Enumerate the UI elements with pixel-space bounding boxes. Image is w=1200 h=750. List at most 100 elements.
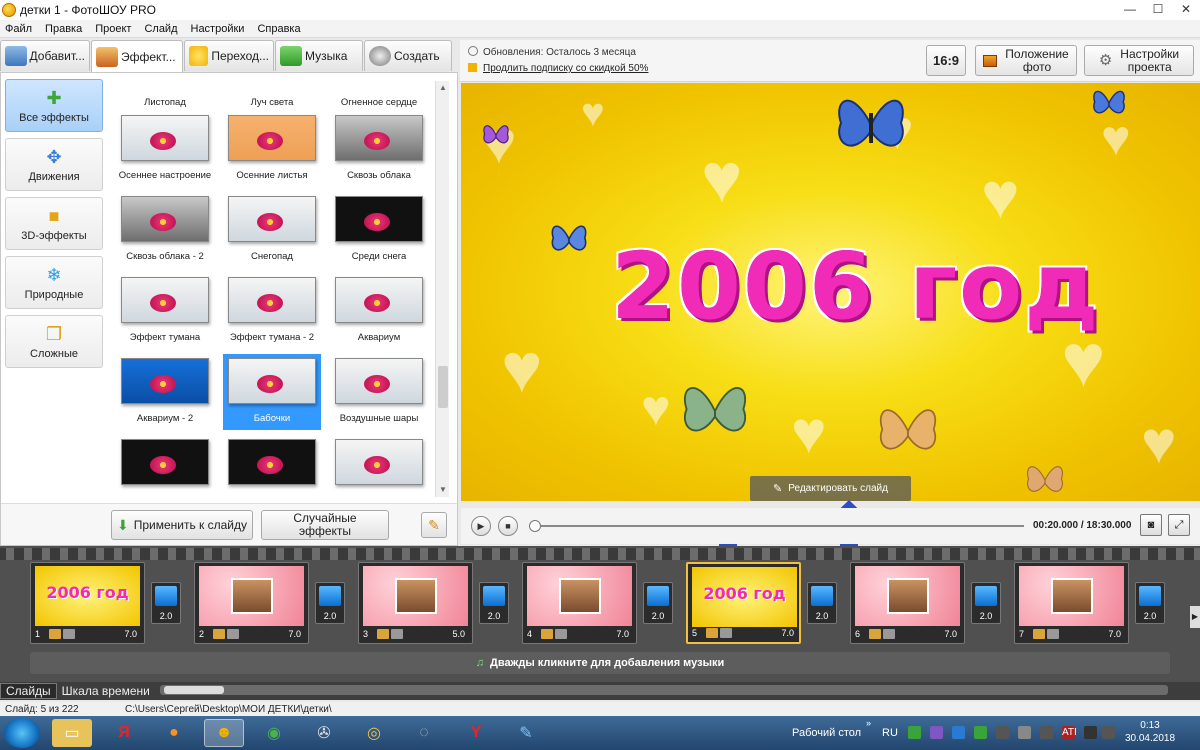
pencil-icon[interactable]: [541, 628, 553, 639]
hscroll-thumb[interactable]: [164, 686, 224, 694]
effect-label[interactable]: Огненное сердце: [327, 97, 431, 108]
scroll-down-icon[interactable]: ▼: [436, 483, 450, 497]
sound-icon[interactable]: [720, 627, 732, 638]
ati-icon[interactable]: ATI: [1062, 726, 1077, 739]
desktop-label[interactable]: Рабочий стол: [792, 727, 861, 739]
timeline-scroll-right-icon[interactable]: ▶: [1190, 606, 1200, 628]
tab-slides[interactable]: Слайды: [0, 683, 57, 699]
tab-timeline[interactable]: Шкала времени: [57, 684, 155, 698]
category-complex[interactable]: ❐ Сложные: [5, 315, 103, 368]
effect-item[interactable]: Эффект тумана - 2: [223, 273, 321, 349]
pencil-icon[interactable]: [213, 628, 225, 639]
speaker-app-icon[interactable]: ◌: [404, 719, 444, 747]
effect-item[interactable]: Сквозь облака - 2: [116, 192, 214, 268]
slide-thumbnail[interactable]: 4 7.0: [522, 562, 637, 644]
sound-icon[interactable]: [63, 628, 75, 639]
slide-thumbnail[interactable]: 3 5.0: [358, 562, 473, 644]
scroll-up-icon[interactable]: ▲: [436, 81, 450, 95]
project-settings-button[interactable]: ⚙ Настройки проекта: [1084, 45, 1194, 76]
category-3d[interactable]: ■ 3D-эффекты: [5, 197, 103, 250]
tab-transitions[interactable]: Переход...: [184, 40, 274, 71]
fullscreen-icon[interactable]: ⤢: [1168, 514, 1190, 536]
yandex-icon[interactable]: Я: [104, 719, 144, 747]
transition-block[interactable]: 2.0: [151, 582, 181, 624]
pencil-icon[interactable]: [377, 628, 389, 639]
language-indicator[interactable]: RU: [882, 727, 898, 739]
slide-thumbnail[interactable]: 2006 год 5 7.0: [686, 562, 801, 644]
menu-project[interactable]: Проект: [95, 23, 131, 35]
maximize-icon[interactable]: ☐: [1144, 0, 1172, 20]
progress-track[interactable]: [534, 525, 1024, 527]
scrollbar-thumb[interactable]: [438, 366, 448, 408]
stop-icon[interactable]: ■: [498, 516, 518, 536]
firefox-icon[interactable]: ●: [154, 719, 194, 747]
slide-thumbnail[interactable]: 2006 год 1 7.0: [30, 562, 145, 644]
sound-icon[interactable]: [1047, 628, 1059, 639]
wifi-icon[interactable]: [1018, 726, 1031, 739]
transition-block[interactable]: 2.0: [1135, 582, 1165, 624]
tab-effects[interactable]: Эффект...: [91, 40, 183, 73]
pencil-icon[interactable]: [49, 628, 61, 639]
transition-block[interactable]: 2.0: [807, 582, 837, 624]
effect-item[interactable]: Воздушные шары: [330, 354, 428, 430]
play-icon[interactable]: ▶: [471, 516, 491, 536]
show-desktop-icon[interactable]: »: [866, 718, 871, 728]
tab-create[interactable]: Создать: [364, 40, 452, 71]
random-effects-button[interactable]: Случайные эффекты: [261, 510, 389, 540]
promo-text[interactable]: Продлить подписку со скидкой 50%: [483, 63, 648, 74]
transition-block[interactable]: 2.0: [479, 582, 509, 624]
pencil-icon[interactable]: [869, 628, 881, 639]
network-icon[interactable]: [996, 726, 1009, 739]
viber-icon[interactable]: [930, 726, 943, 739]
flag-icon[interactable]: [1102, 726, 1115, 739]
sync-icon[interactable]: [952, 726, 965, 739]
tray-app-icon[interactable]: [908, 726, 921, 739]
effect-item[interactable]: Аквариум: [330, 273, 428, 349]
effect-item[interactable]: Аквариум - 2: [116, 354, 214, 430]
effect-item[interactable]: Эффект тумана: [116, 273, 214, 349]
minimize-icon[interactable]: —: [1116, 0, 1144, 20]
video-reel-icon[interactable]: ✇: [304, 719, 344, 747]
effect-item[interactable]: Осенние листья: [223, 111, 321, 187]
menu-help[interactable]: Справка: [257, 23, 300, 35]
yandex-browser-icon[interactable]: Y: [456, 719, 496, 747]
effect-item[interactable]: Сквозь облака: [330, 111, 428, 187]
category-all[interactable]: ✚ Все эффекты: [5, 79, 103, 132]
transition-block[interactable]: 2.0: [315, 582, 345, 624]
effect-item[interactable]: Бабочки: [223, 354, 321, 430]
close-icon[interactable]: ✕: [1172, 0, 1200, 20]
effect-item[interactable]: Среди снега: [330, 192, 428, 268]
transition-block[interactable]: 2.0: [643, 582, 673, 624]
effect-item[interactable]: Осеннее настроение: [116, 111, 214, 187]
start-button[interactable]: [4, 718, 40, 748]
system-clock[interactable]: 0:13 30.04.2018: [1122, 719, 1178, 745]
slide-preview[interactable]: ♥ ♥ ♥ ♥ ♥ ♥ ♥ ♥ ♥ ♥ ♥ 2006 год ✎ Редакти…: [461, 83, 1200, 501]
sound-icon[interactable]: [555, 628, 567, 639]
disc-player-icon[interactable]: ◎: [354, 719, 394, 747]
chrome-icon[interactable]: ◉: [254, 719, 294, 747]
photo-position-button[interactable]: Положение фото: [975, 45, 1077, 76]
menu-file[interactable]: Файл: [5, 23, 32, 35]
effect-item[interactable]: Снегопад: [223, 192, 321, 268]
effect-label[interactable]: Луч света: [220, 97, 324, 108]
effect-item[interactable]: [330, 435, 428, 496]
file-explorer-icon[interactable]: ▭: [52, 719, 92, 747]
effect-item[interactable]: [116, 435, 214, 496]
sound-icon[interactable]: [883, 628, 895, 639]
paint-icon[interactable]: ✎: [506, 719, 546, 747]
clear-effects-button[interactable]: ✎: [421, 512, 447, 538]
tab-add[interactable]: Добавит...: [0, 40, 90, 71]
camera-snapshot-icon[interactable]: ◙: [1140, 514, 1162, 536]
speaker-icon[interactable]: [1040, 726, 1053, 739]
effect-item[interactable]: [223, 435, 321, 496]
pencil-icon[interactable]: [1033, 628, 1045, 639]
menu-settings[interactable]: Настройки: [191, 23, 245, 35]
menu-slide[interactable]: Слайд: [144, 23, 177, 35]
pencil-icon[interactable]: [706, 627, 718, 638]
effects-scrollbar[interactable]: ▲ ▼: [435, 81, 449, 497]
slide-thumbnail[interactable]: 2 7.0: [194, 562, 309, 644]
apply-to-slide-button[interactable]: ⬇ Применить к слайду: [111, 510, 253, 540]
shield-icon[interactable]: [974, 726, 987, 739]
fotoshow-pro-icon[interactable]: ☻: [204, 719, 244, 747]
sound-icon[interactable]: [391, 628, 403, 639]
